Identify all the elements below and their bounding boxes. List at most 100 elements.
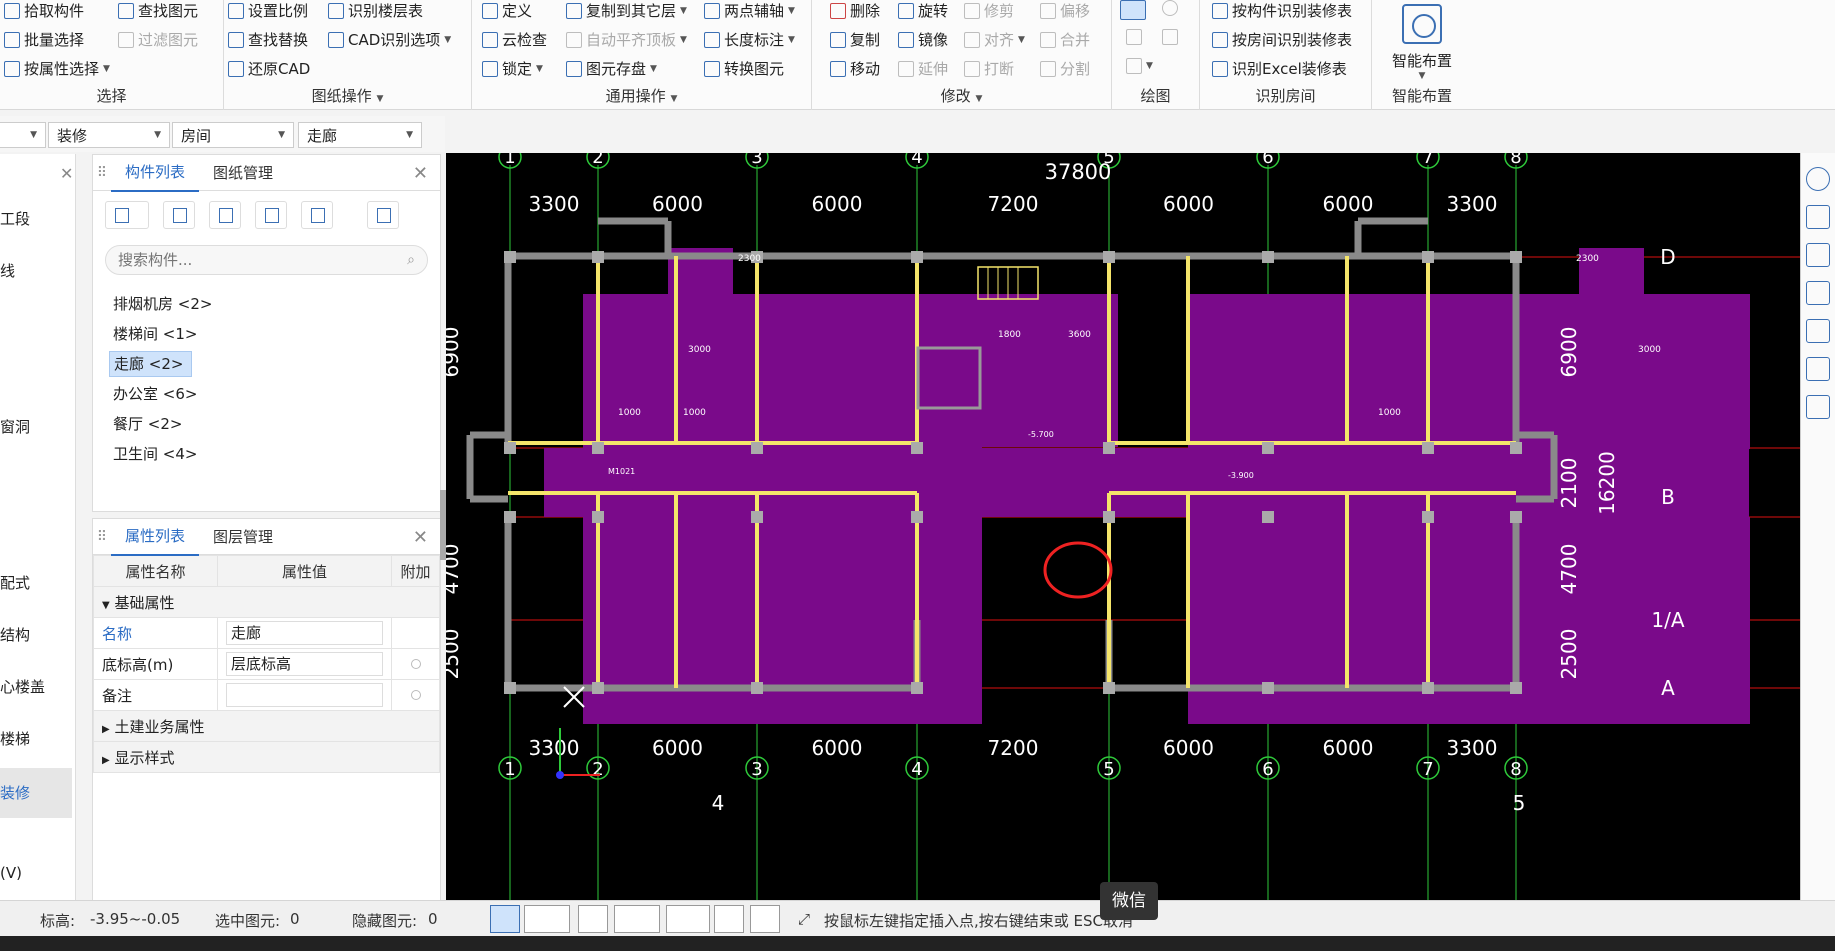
nav-item-12[interactable]: (V) bbox=[0, 864, 22, 882]
isolate-icon[interactable] bbox=[1806, 357, 1830, 381]
group-row-basic[interactable]: ▼ 基础属性 bbox=[93, 586, 440, 618]
nav-item-8[interactable]: 结构 bbox=[0, 624, 30, 645]
recognize-floors-button[interactable]: 识别楼层表 bbox=[328, 0, 423, 21]
nav-item-7[interactable]: 配式 bbox=[0, 572, 30, 593]
polar-toggle[interactable] bbox=[750, 905, 780, 933]
list-item[interactable]: 楼梯间 <1> bbox=[93, 319, 440, 349]
convert-element-button[interactable]: 转换图元 bbox=[704, 58, 784, 79]
cube-icon[interactable] bbox=[1806, 243, 1830, 267]
snap-toggle[interactable] bbox=[524, 905, 570, 933]
copy-component-button[interactable] bbox=[163, 201, 195, 229]
offset-button[interactable]: 偏移 bbox=[1040, 0, 1090, 21]
filter-select-type[interactable]: 装修 ▼ bbox=[48, 122, 170, 148]
orbit-icon[interactable] bbox=[1806, 167, 1830, 191]
batch-select-button[interactable]: 批量选择 bbox=[4, 29, 84, 50]
recognize-by-room-button[interactable]: 按房间识别装修表 bbox=[1212, 29, 1352, 50]
property-value-input[interactable]: 层底标高 bbox=[226, 652, 383, 676]
trim-button[interactable]: 修剪 bbox=[964, 0, 1014, 21]
tab-drawing-management[interactable]: 图纸管理 bbox=[199, 154, 287, 191]
row-axis-label: D bbox=[1660, 245, 1675, 269]
tab-property-list[interactable]: 属性列表 bbox=[111, 517, 200, 556]
smart-layout-button[interactable]: 智能布置 ▼ bbox=[1372, 0, 1472, 81]
property-value-input[interactable]: 走廊 bbox=[226, 621, 383, 645]
mirror-button[interactable]: 镜像 bbox=[898, 29, 948, 50]
nav-item-10[interactable]: 楼梯 bbox=[0, 728, 30, 749]
grip-icon[interactable]: ⠿ bbox=[93, 529, 111, 545]
split-button[interactable]: 分割 bbox=[1040, 58, 1090, 79]
cloud-check-button[interactable]: 云检查 bbox=[482, 29, 547, 50]
draw-arc-button[interactable] bbox=[1162, 0, 1178, 16]
restore-cad-button[interactable]: 还原CAD bbox=[228, 58, 310, 79]
nav-item-4[interactable]: 窗洞 bbox=[0, 416, 30, 437]
draw-curve-button[interactable]: ▼ bbox=[1126, 58, 1153, 74]
set-scale-button[interactable]: 设置比例 bbox=[228, 0, 308, 21]
close-icon[interactable]: ✕ bbox=[413, 527, 428, 548]
break-button[interactable]: 打断 bbox=[964, 58, 1014, 79]
close-icon[interactable]: ✕ bbox=[413, 163, 428, 184]
recognize-by-component-button[interactable]: 按构件识别装修表 bbox=[1212, 0, 1352, 21]
list-item[interactable]: 餐厅 <2> bbox=[93, 409, 440, 439]
cad-options-button[interactable]: CAD识别选项 ▼ bbox=[328, 29, 451, 50]
list-item[interactable]: 排烟机房 <2> bbox=[93, 289, 440, 319]
copy-button[interactable]: 复制 bbox=[830, 29, 880, 50]
cross-toggle[interactable] bbox=[578, 905, 608, 933]
auto-align-top-button[interactable]: 自动平齐顶板 ▼ bbox=[566, 29, 687, 50]
close-icon[interactable]: ✕ bbox=[60, 164, 73, 183]
list-item-selected[interactable]: 走廊 <2> bbox=[93, 349, 440, 379]
find-element-button[interactable]: 查找图元 bbox=[118, 0, 198, 21]
extra-checkbox[interactable] bbox=[410, 659, 421, 669]
nav-item-0[interactable]: 工段 bbox=[0, 208, 30, 229]
delete-component-button[interactable] bbox=[209, 201, 241, 229]
draw-line-button[interactable] bbox=[1126, 29, 1142, 45]
view-list-icon[interactable] bbox=[1806, 395, 1830, 419]
tab-component-list[interactable]: 构件列表 bbox=[111, 153, 200, 192]
select-frame-icon[interactable] bbox=[1806, 319, 1830, 343]
ortho-toggle[interactable] bbox=[490, 905, 520, 933]
select-by-attr-button[interactable]: 按属性选择 ▼ bbox=[4, 58, 110, 79]
dynamic-input-toggle[interactable] bbox=[666, 905, 710, 933]
layer-copy-button[interactable] bbox=[255, 201, 287, 229]
list-item[interactable]: 办公室 <6> bbox=[93, 379, 440, 409]
pick-component-button[interactable]: 拾取构件 bbox=[4, 0, 84, 21]
copy-to-other-layer-button[interactable]: 复制到其它层 ▼ bbox=[566, 0, 687, 21]
property-value-input[interactable] bbox=[226, 683, 383, 707]
merge-button[interactable]: 合并 bbox=[1040, 29, 1090, 50]
group-row-civil[interactable]: ▶ 土建业务属性 bbox=[93, 710, 440, 742]
draw-rect-button[interactable] bbox=[1162, 29, 1178, 45]
grip-icon[interactable]: ⠿ bbox=[93, 165, 111, 181]
recognize-excel-button[interactable]: 识别Excel装修表 bbox=[1212, 58, 1347, 79]
two-point-axis-button[interactable]: 两点辅轴 ▼ bbox=[704, 0, 795, 21]
filter-select-category[interactable]: 房间 ▼ bbox=[172, 122, 294, 148]
find-replace-button[interactable]: 查找替换 bbox=[228, 29, 308, 50]
view-3d-icon[interactable] bbox=[1806, 205, 1830, 229]
extra-checkbox[interactable] bbox=[410, 690, 421, 700]
save-element-button[interactable]: 图元存盘 ▼ bbox=[566, 58, 657, 79]
filter-element-button[interactable]: 过滤图元 bbox=[118, 29, 198, 50]
extend-button[interactable]: 延伸 bbox=[898, 58, 948, 79]
more-button[interactable] bbox=[367, 201, 399, 229]
align-button[interactable]: 对齐 ▼ bbox=[964, 29, 1025, 50]
nav-item-1[interactable]: 线 bbox=[0, 260, 15, 281]
filter-select-component[interactable]: 走廊 ▼ bbox=[298, 122, 422, 148]
display-toggle[interactable] bbox=[714, 905, 744, 933]
new-component-button[interactable] bbox=[105, 201, 149, 229]
nav-item-11[interactable]: 装修 bbox=[0, 782, 30, 803]
move-button[interactable]: 移动 bbox=[830, 58, 880, 79]
save-component-button[interactable] bbox=[301, 201, 333, 229]
group-row-display[interactable]: ▶ 显示样式 bbox=[93, 741, 440, 773]
tab-layer-management[interactable]: 图层管理 bbox=[199, 518, 287, 555]
length-mark-button[interactable]: 长度标注 ▼ bbox=[704, 29, 795, 50]
filter-select-0[interactable]: ▼ bbox=[0, 122, 46, 148]
delete-button[interactable]: 删除 bbox=[830, 0, 880, 21]
define-button[interactable]: 定义 bbox=[482, 0, 532, 21]
draw-point-button[interactable] bbox=[1120, 0, 1146, 20]
cad-canvas[interactable]: 1 2 3 4 5 6 7 8 1 2 3 4 5 6 7 8 37800 3300 6000 6000 7200… bbox=[446, 153, 1800, 900]
box-icon[interactable] bbox=[1806, 281, 1830, 305]
list-item[interactable]: 卫生间 <4> bbox=[93, 439, 440, 469]
angle-toggle[interactable] bbox=[614, 905, 660, 933]
nav-item-9[interactable]: 心楼盖 bbox=[0, 676, 45, 697]
search-icon[interactable]: ⌕ bbox=[407, 252, 415, 268]
rotate-button[interactable]: 旋转 bbox=[898, 0, 948, 21]
search-input[interactable] bbox=[118, 251, 378, 269]
lock-button[interactable]: 锁定 ▼ bbox=[482, 58, 543, 79]
